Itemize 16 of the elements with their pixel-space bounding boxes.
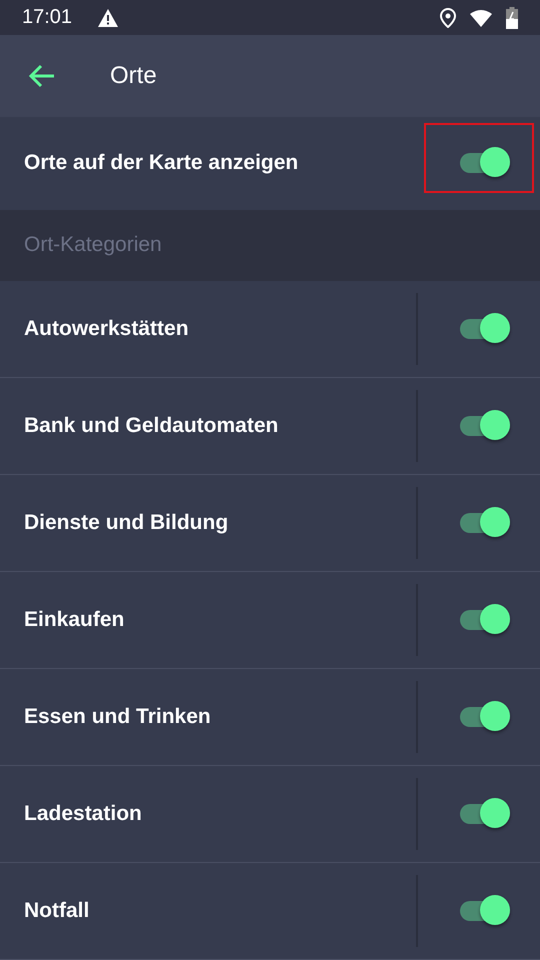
screen-title: Orte — [110, 62, 157, 90]
setting-label: Orte auf der Karte anzeigen — [24, 151, 300, 176]
category-label: Bank und Geldautomaten — [24, 414, 280, 438]
section-header: Ort-Kategorien — [24, 233, 162, 258]
status-time: 17:01 — [22, 6, 72, 30]
category-label: Autowerkstätten — [24, 316, 190, 341]
category-label: Essen und Trinken — [24, 704, 212, 729]
battery-icon — [506, 6, 518, 29]
category-label: Notfall — [24, 898, 90, 923]
wifi-icon — [470, 8, 492, 27]
category-label: Ladestation — [24, 802, 143, 826]
location-icon — [440, 8, 456, 28]
back-button[interactable] — [28, 64, 56, 88]
warning-icon — [98, 8, 118, 27]
category-label: Dienste und Bildung — [24, 510, 230, 535]
category-label: Einkaufen — [24, 608, 126, 632]
